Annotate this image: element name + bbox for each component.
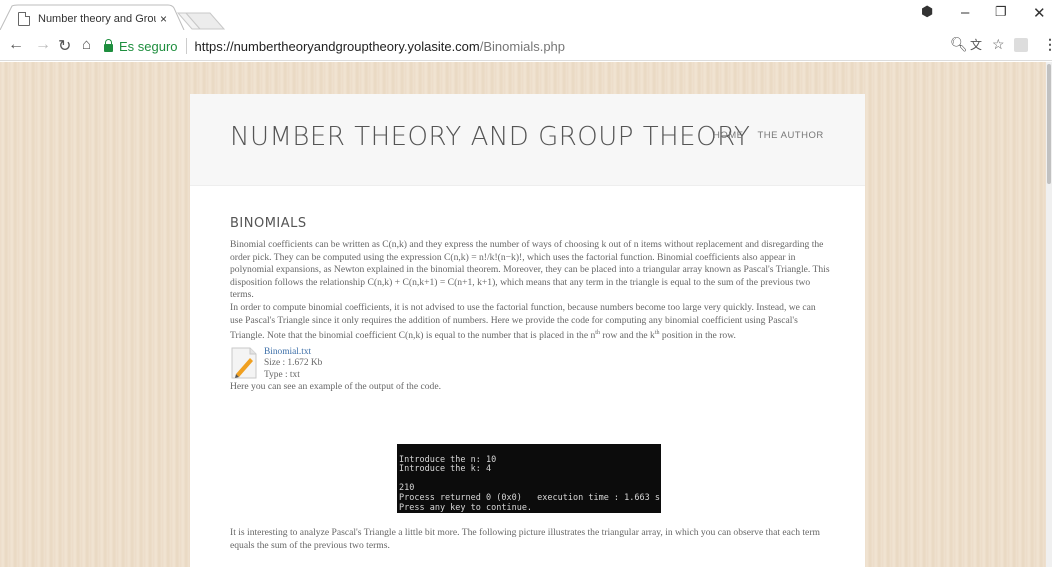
file-size: Size : 1.672 Kb bbox=[264, 358, 323, 369]
text-file-icon[interactable] bbox=[230, 346, 258, 379]
file-type: Type : txt bbox=[264, 369, 300, 380]
file-download-link[interactable]: Binomial.txt bbox=[264, 347, 322, 359]
translate-icon[interactable]: 文 bbox=[970, 36, 982, 53]
zoom-icon[interactable]: 🔍︎ bbox=[950, 36, 968, 53]
tab-strip: Number theory and Grou × ⬢ – ❐ ✕ bbox=[0, 0, 1052, 31]
nav-home[interactable]: HOME bbox=[713, 130, 744, 141]
url-host: https://numbertheoryandgrouptheory.yolas… bbox=[194, 38, 480, 54]
terminal-line: Press any key to continue. bbox=[399, 502, 533, 513]
section-title: BINOMIALS bbox=[230, 216, 307, 231]
divider bbox=[185, 38, 187, 54]
site-header: NUMBER THEORY AND GROUP THEORY HOME THE … bbox=[190, 94, 865, 186]
bookmark-star-icon[interactable]: ☆ bbox=[992, 36, 1005, 53]
restore-icon[interactable]: ❐ bbox=[995, 4, 1007, 20]
paragraph-3: It is interesting to analyze Pascal's Tr… bbox=[230, 527, 820, 551]
article: BINOMIALS Binomial coefficients can be w… bbox=[230, 216, 830, 551]
close-tab-icon[interactable]: × bbox=[160, 12, 167, 26]
url-path: /Binomials.php bbox=[479, 38, 566, 54]
site-title[interactable]: NUMBER THEORY AND GROUP THEORY bbox=[230, 122, 750, 152]
secure-label: Es seguro bbox=[119, 38, 178, 54]
home-icon[interactable]: ⌂ bbox=[82, 36, 91, 53]
file-info: Binomial.txt Size : 1.672 Kb Type : txt bbox=[264, 346, 322, 382]
tab-title: Number theory and Grou bbox=[38, 13, 156, 25]
extension-icon[interactable] bbox=[1014, 38, 1028, 52]
browser-toolbar: ← → ↻ ⌂ Es seguro https://numbertheoryan… bbox=[0, 30, 1052, 61]
paragraph-2-part-b: row and the k bbox=[599, 330, 655, 342]
file-attachment: Binomial.txt Size : 1.672 Kb Type : txt bbox=[230, 346, 830, 382]
site-nav: HOME THE AUTHOR bbox=[713, 130, 824, 141]
address-bar[interactable]: Es seguro https://numbertheoryandgroupth… bbox=[104, 35, 990, 57]
lock-icon bbox=[104, 39, 113, 52]
close-window-icon[interactable]: ✕ bbox=[1033, 4, 1046, 22]
back-icon[interactable]: ← bbox=[8, 36, 24, 54]
terminal-output-image: Introduce the n: 10 Introduce the k: 4 210… bbox=[397, 444, 661, 513]
paragraph-2-part-c: position in the row. bbox=[659, 330, 736, 342]
terminal-line: Introduce the k: 4 bbox=[399, 464, 492, 475]
minimize-icon[interactable]: – bbox=[961, 4, 969, 21]
reload-icon[interactable]: ↻ bbox=[58, 36, 71, 56]
scrollbar-thumb[interactable] bbox=[1047, 64, 1051, 184]
paragraph-1: Binomial coefficients can be written as … bbox=[230, 239, 830, 301]
example-intro: Here you can see an example of the outpu… bbox=[230, 381, 441, 393]
nav-the-author[interactable]: THE AUTHOR bbox=[758, 130, 824, 141]
page-icon bbox=[18, 12, 30, 26]
profile-icon[interactable]: ⬢ bbox=[921, 3, 933, 20]
tab-active[interactable]: Number theory and Grou × bbox=[18, 8, 176, 30]
paragraph-2: In order to compute binomial coefficient… bbox=[230, 302, 830, 343]
content-card: NUMBER THEORY AND GROUP THEORY HOME THE … bbox=[190, 94, 865, 567]
forward-icon[interactable]: → bbox=[35, 36, 51, 54]
menu-icon[interactable]: ⋮ bbox=[1043, 36, 1052, 53]
